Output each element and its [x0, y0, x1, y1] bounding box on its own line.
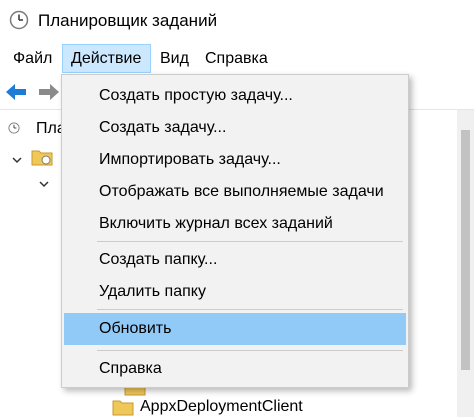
menu-item-create-task[interactable]: Создать задачу...	[64, 112, 406, 144]
menu-view[interactable]: Вид	[152, 44, 197, 73]
menu-item-enable-task-history[interactable]: Включить журнал всех заданий	[64, 208, 406, 240]
menu-item-create-folder[interactable]: Создать папку...	[64, 244, 406, 276]
menu-separator	[97, 241, 403, 242]
clock-icon	[8, 122, 20, 134]
menu-item-create-basic-task[interactable]: Создать простую задачу...	[64, 80, 406, 112]
folder-icon	[112, 400, 134, 416]
window-title: Планировщик заданий	[38, 11, 218, 30]
menu-action[interactable]: Действие	[62, 44, 151, 73]
menu-item-delete-folder[interactable]: Удалить папку	[64, 276, 406, 308]
chevron-down-icon[interactable]	[38, 178, 50, 190]
menu-item-import-task[interactable]: Импортировать задачу...	[64, 144, 406, 176]
menu-help[interactable]: Справка	[197, 44, 276, 73]
menu-bar: Файл Действие Вид Справка	[0, 42, 474, 75]
menu-separator	[97, 350, 403, 351]
forward-arrow-icon[interactable]	[37, 81, 61, 103]
tree-item-appxdeploymentclient[interactable]: AppxDeploymentClient	[140, 394, 303, 420]
scrollbar-thumb[interactable]	[461, 130, 470, 370]
menu-item-display-running-tasks[interactable]: Отображать все выполняемые задачи	[64, 176, 406, 208]
menu-item-refresh[interactable]: Обновить	[64, 313, 406, 345]
menu-separator	[97, 309, 403, 310]
action-dropdown-menu: Создать простую задачу... Создать задачу…	[61, 74, 409, 388]
menu-file[interactable]: Файл	[5, 44, 60, 73]
folder-icon	[31, 150, 53, 166]
menu-item-help[interactable]: Справка	[64, 353, 406, 385]
vertical-scrollbar[interactable]	[457, 110, 474, 417]
title-bar: Планировщик заданий	[0, 0, 474, 42]
back-arrow-icon[interactable]	[4, 81, 28, 103]
chevron-down-icon[interactable]	[11, 154, 23, 166]
clock-icon	[9, 10, 29, 30]
